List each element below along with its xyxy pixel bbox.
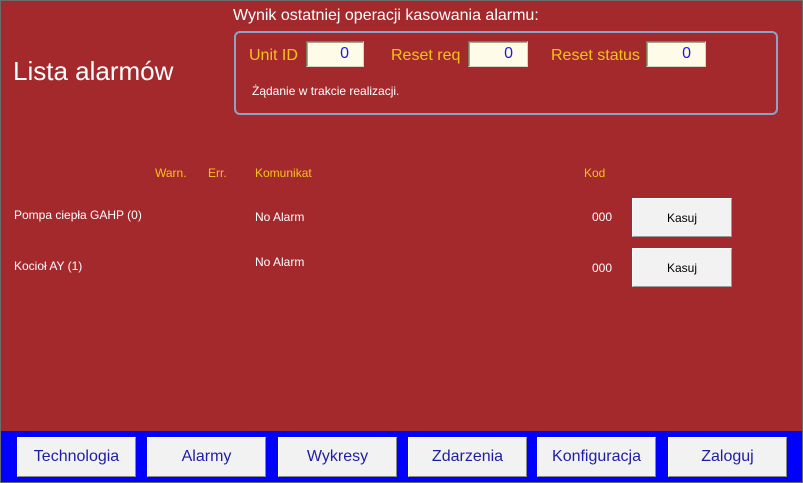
reset-req-field: 0 <box>468 41 528 67</box>
col-header-message: Komunikat <box>255 166 312 180</box>
col-header-err: Err. <box>208 166 227 180</box>
reset-status-field: 0 <box>646 41 706 67</box>
row-device-name: Pompa ciepła GAHP (0) <box>14 208 142 222</box>
row-message: No Alarm <box>255 255 305 269</box>
col-header-code: Kod <box>584 166 606 180</box>
nav-zdarzenia-button[interactable]: Zdarzenia <box>408 437 527 477</box>
reset-req-label: Reset req <box>391 47 461 64</box>
nav-alarmy-button[interactable]: Alarmy <box>147 437 266 477</box>
row-code: 000 <box>592 261 613 275</box>
nav-wykresy-button[interactable]: Wykresy <box>278 437 397 477</box>
row-message: No Alarm <box>255 210 305 224</box>
col-header-warn: Warn. <box>155 166 187 180</box>
unit-id-field: 0 <box>306 41 364 67</box>
reset-result-caption: Wynik ostatniej operacji kasowania alarm… <box>233 7 539 24</box>
unit-id-label: Unit ID <box>249 47 298 64</box>
reset-status-label: Reset status <box>551 47 640 64</box>
nav-zaloguj-button[interactable]: Zaloguj <box>668 437 787 477</box>
alarm-list-screen: Lista alarmów Wynik ostatniej operacji k… <box>0 0 803 483</box>
reset-alarm-button[interactable]: Kasuj <box>632 248 732 287</box>
row-device-name: Kocioł AY (1) <box>14 259 83 273</box>
nav-technologia-button[interactable]: Technologia <box>17 437 136 477</box>
reset-result-panel: Unit ID 0 Reset req 0 Reset status 0 Żąd… <box>234 31 778 115</box>
reset-status-message: Żądanie w trakcie realizacji. <box>252 84 400 98</box>
bottom-nav-bar: Technologia Alarmy Wykresy Zdarzenia Kon… <box>1 431 802 482</box>
reset-alarm-button[interactable]: Kasuj <box>632 198 732 237</box>
nav-konfiguracja-button[interactable]: Konfiguracja <box>537 437 656 477</box>
row-code: 000 <box>592 210 613 224</box>
page-title: Lista alarmów <box>13 56 174 86</box>
